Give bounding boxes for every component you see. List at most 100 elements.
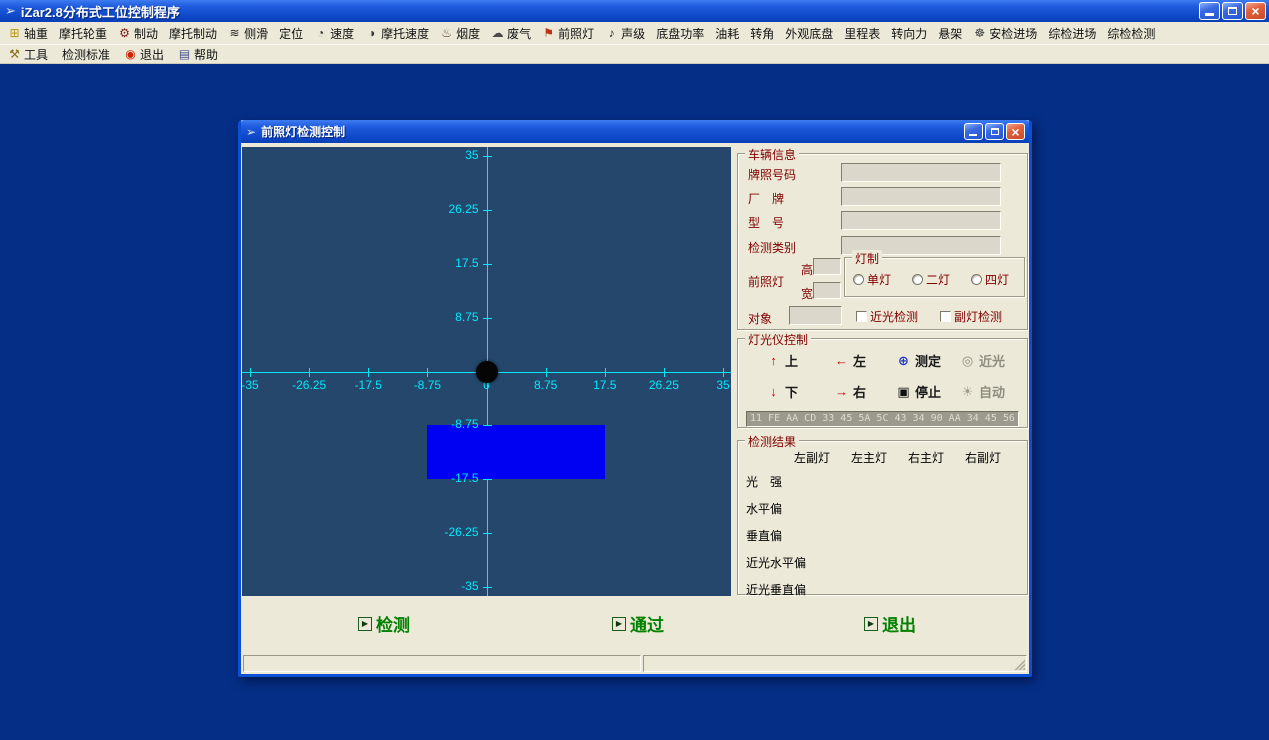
result-row: 近光水平偏 [746, 548, 1019, 575]
main-titlebar[interactable]: ➢ iZar2.8分布式工位控制程序 [0, 0, 1269, 22]
light-control-icon: → [834, 384, 849, 399]
toolbar-item-tools[interactable]: ⚒ 工具 [8, 46, 48, 63]
light-control-icon: ⊕ [896, 353, 911, 369]
exit-button[interactable]: ▶ 退出 [864, 611, 916, 636]
light-control-button-measure[interactable]: ⊕ 测定 [896, 351, 960, 370]
toolbar-item-label: 里程表 [844, 25, 880, 42]
toolbar-item-steering-force[interactable]: 转向力 [891, 25, 927, 42]
footer-buttons: ▶ 检测 ▶ 通过 ▶ 退出 [241, 601, 1029, 649]
plate-number-input[interactable] [841, 163, 1001, 182]
light-control-button-up[interactable]: ↑ 上 [766, 351, 834, 370]
object-input[interactable] [789, 306, 842, 325]
exit-button-icon: ▶ [864, 617, 878, 631]
lamp-type-radio-two-lamp[interactable]: 二灯 [912, 271, 950, 288]
minimize-button[interactable] [1199, 2, 1220, 20]
toolbar-item-comprehensive-entry[interactable]: 综检进场 [1048, 25, 1096, 42]
lamp-type-radio-four-lamp[interactable]: 四灯 [971, 271, 1009, 288]
pass-button[interactable]: ▶ 通过 [612, 611, 664, 636]
desktop: ➢ iZar2.8分布式工位控制程序 ⊞ 轴重 摩托轮重 ⚙ 制动 [0, 0, 1269, 740]
toolbar-item-test-standard[interactable]: 检测标准 [62, 46, 110, 63]
dialog-maximize-button[interactable] [985, 123, 1004, 140]
dialog-content: -35-26.25-17.5-8.7508.7517.526.25353526.… [241, 143, 1029, 674]
close-button[interactable] [1245, 2, 1266, 20]
toolbar-item-safety-entry[interactable]: ☸ 安检进场 [973, 25, 1037, 42]
width-input[interactable] [813, 282, 841, 299]
toolbar-item-brake[interactable]: ⚙ 制动 [118, 25, 158, 42]
y-tick [483, 479, 492, 480]
toolbar-item-label: 底盘功率 [656, 25, 704, 42]
toolbar-item-moto-brake[interactable]: 摩托制动 [169, 25, 217, 42]
brand-input[interactable] [841, 187, 1001, 206]
toolbar-item-label: 转向力 [891, 25, 927, 42]
toolbar-item-label: 定位 [279, 25, 303, 42]
lamp-type-radio-single-lamp[interactable]: 单灯 [853, 271, 891, 288]
toolbar-row1: ⊞ 轴重 摩托轮重 ⚙ 制动 摩托制动 ≋ 侧滑 [0, 22, 1269, 44]
toolbar-item-steering-angle[interactable]: 转角 [750, 25, 774, 42]
minimize-icon [969, 134, 977, 136]
toolbar-item-alignment[interactable]: 定位 [279, 25, 303, 42]
light-control-button-left[interactable]: ← 左 [834, 351, 896, 370]
toolbar-item-sound-level[interactable]: ♪ 声级 [605, 25, 645, 42]
maximize-button[interactable] [1222, 2, 1243, 20]
plate-number-label: 牌照号码 [748, 166, 796, 183]
toolbar-item-speed[interactable]: ◔ 速度 [314, 25, 354, 42]
toolbar-item-help[interactable]: ▤ 帮助 [178, 46, 218, 63]
light-control-button-down[interactable]: ↓ 下 [766, 382, 834, 401]
result-row-label: 近光垂直偏 [746, 583, 806, 597]
toolbar-item-suspension[interactable]: 悬架 [938, 25, 962, 42]
light-control-icon: ← [834, 353, 849, 368]
dialog-close-button[interactable] [1006, 123, 1025, 140]
toolbar-item-label: 轴重 [24, 25, 48, 42]
light-control-icon: ▣ [896, 384, 911, 400]
toolbar-item-exit[interactable]: ◉ 退出 [124, 46, 164, 63]
status-pane-left [243, 655, 641, 672]
vehicle-info-title: 车辆信息 [745, 146, 799, 163]
toolbar-item-label: 侧滑 [244, 25, 268, 42]
dialog-icon: ➢ [246, 125, 256, 139]
toolbar-item-side-slip[interactable]: ≋ 侧滑 [228, 25, 268, 42]
resize-grip[interactable] [1013, 658, 1025, 670]
result-row: 垂直偏 [746, 521, 1019, 548]
light-control-icon: ↓ [766, 384, 781, 399]
toolbar-item-icon: ⚒ [8, 47, 21, 61]
detect-button-label: 检测 [376, 611, 410, 636]
x-tick-label: -35 [242, 378, 268, 392]
model-input[interactable] [841, 211, 1001, 230]
y-tick [483, 533, 492, 534]
toolbar-item-label: 摩托速度 [381, 25, 429, 42]
x-tick [546, 368, 547, 377]
toolbar-item-odometer[interactable]: 里程表 [844, 25, 880, 42]
y-tick-label: -35 [437, 579, 479, 593]
toolbar-item-appearance-chassis[interactable]: 外观底盘 [785, 25, 833, 42]
toolbar-item-label: 帮助 [194, 46, 218, 63]
toolbar-item-axle-weight[interactable]: ⊞ 轴重 [8, 25, 48, 42]
lamp-type-options: 单灯 二灯 四灯 [853, 271, 1009, 288]
checkbox-low-beam-test[interactable]: 近光检测 [856, 308, 918, 325]
toolbar-item-moto-wheel-weight[interactable]: 摩托轮重 [59, 25, 107, 42]
maximize-icon [991, 128, 999, 135]
dialog-minimize-button[interactable] [964, 123, 983, 140]
lamp-type-title: 灯制 [852, 250, 882, 267]
toolbar-item-label: 废气 [507, 25, 531, 42]
toolbar-item-moto-speed[interactable]: ◑ 摩托速度 [365, 25, 429, 42]
detect-button[interactable]: ▶ 检测 [358, 611, 410, 636]
toolbar-item-fuel-consumption[interactable]: 油耗 [715, 25, 739, 42]
dialog-titlebar[interactable]: ➢ 前照灯检测控制 [241, 120, 1029, 143]
checkbox-aux-lamp-test[interactable]: 副灯检测 [940, 308, 1002, 325]
light-control-button-stop[interactable]: ▣ 停止 [896, 382, 960, 401]
light-control-button-right[interactable]: → 右 [834, 382, 896, 401]
result-column-header: 左副灯 [794, 449, 851, 466]
x-tick-label: -8.75 [409, 378, 445, 392]
result-row: 光 强 [746, 467, 1019, 494]
toolbar-item-headlight[interactable]: ⚑ 前照灯 [542, 25, 594, 42]
result-row-label: 垂直偏 [746, 529, 782, 543]
toolbar-item-exhaust[interactable]: ☁ 废气 [491, 25, 531, 42]
toolbar-item-chassis-power[interactable]: 底盘功率 [656, 25, 704, 42]
results-rows: 光 强 水平偏 垂直偏 近光水平偏 [746, 467, 1019, 602]
x-tick-label: 26.25 [646, 378, 682, 392]
toolbar-item-label: 外观底盘 [785, 25, 833, 42]
height-input[interactable] [813, 258, 841, 275]
toolbar-item-comprehensive-test[interactable]: 综检检测 [1107, 25, 1155, 42]
toolbar-item-smoke[interactable]: ♨ 烟度 [440, 25, 480, 42]
radio-label: 二灯 [926, 271, 950, 288]
